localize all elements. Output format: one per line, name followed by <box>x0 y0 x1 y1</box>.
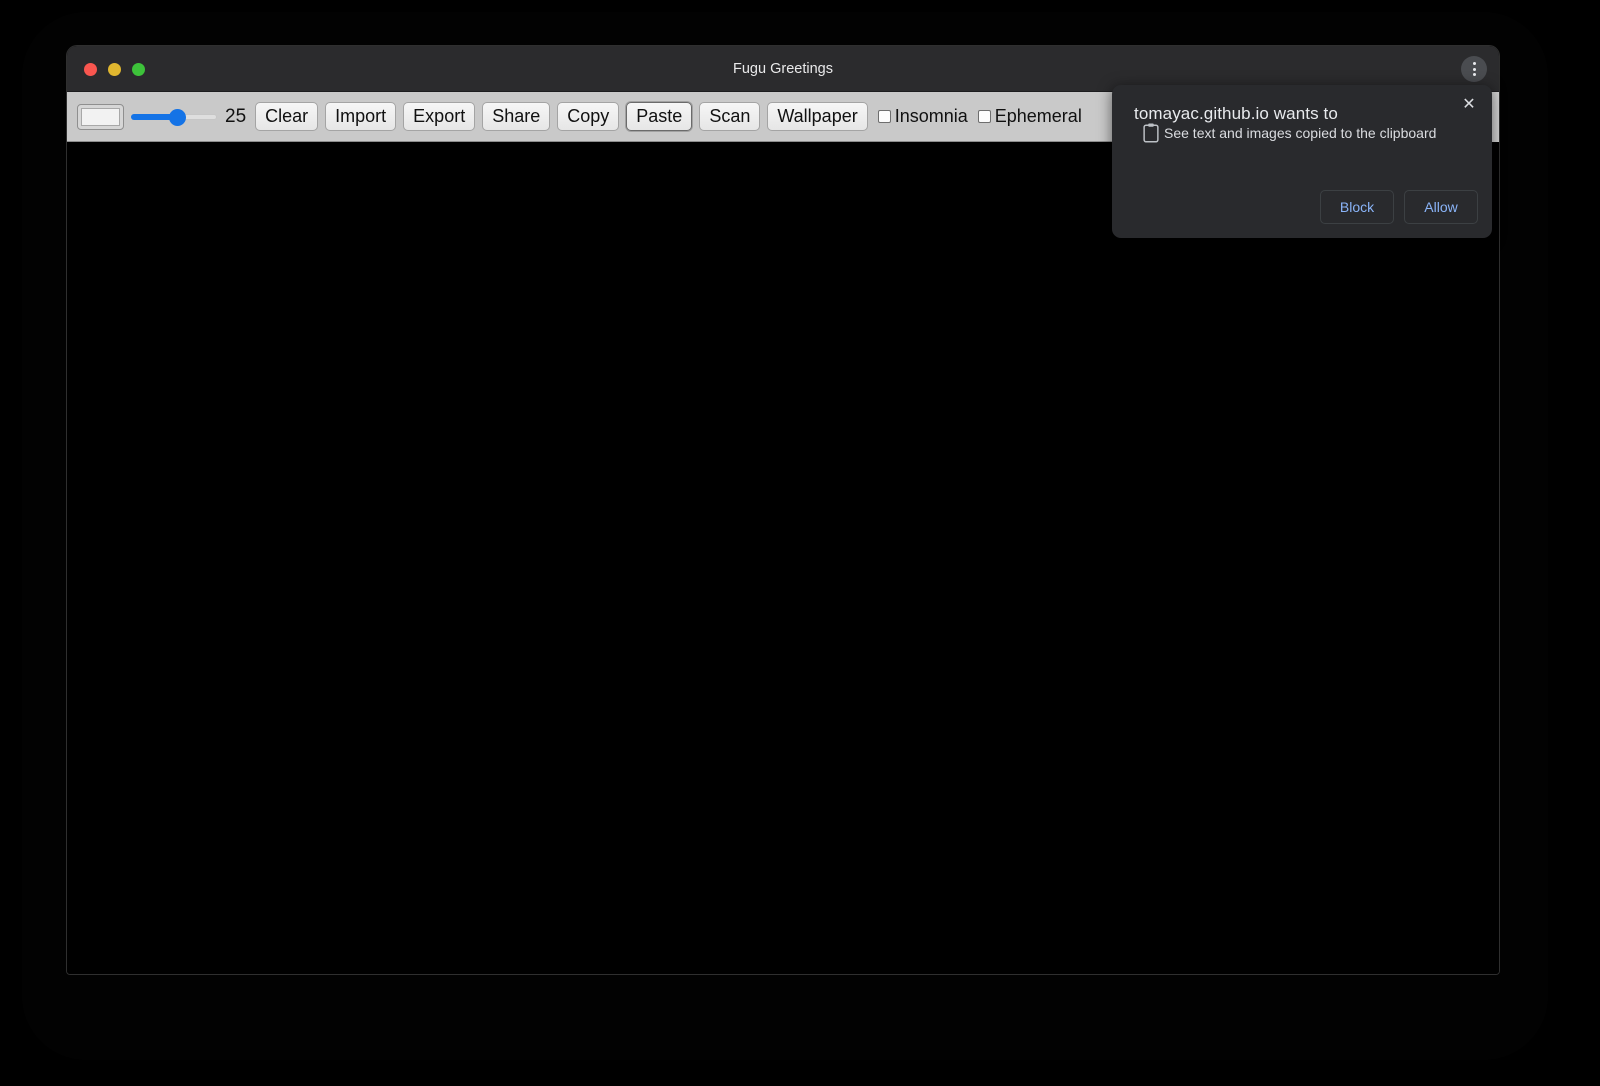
permission-description: See text and images copied to the clipbo… <box>1164 125 1436 141</box>
thickness-slider[interactable] <box>131 104 217 130</box>
three-dots-vertical-icon[interactable] <box>1461 56 1487 82</box>
scan-button[interactable]: Scan <box>699 102 760 132</box>
color-picker-input[interactable] <box>77 104 124 130</box>
copy-button[interactable]: Copy <box>557 102 619 132</box>
allow-button[interactable]: Allow <box>1404 190 1478 224</box>
drawing-canvas[interactable] <box>67 142 1499 975</box>
ephemeral-checkbox[interactable]: Ephemeral <box>978 106 1082 127</box>
menu-dot <box>1473 73 1476 76</box>
color-swatch-icon <box>81 108 120 126</box>
checkbox-box[interactable] <box>878 110 891 123</box>
wallpaper-button[interactable]: Wallpaper <box>767 102 867 132</box>
ephemeral-label: Ephemeral <box>995 106 1082 127</box>
menu-dot <box>1473 62 1476 65</box>
menu-dot <box>1473 68 1476 71</box>
share-button[interactable]: Share <box>482 102 550 132</box>
insomnia-label: Insomnia <box>895 106 968 127</box>
export-button[interactable]: Export <box>403 102 475 132</box>
clipboard-icon <box>1140 121 1162 145</box>
close-icon[interactable]: ✕ <box>1458 93 1480 115</box>
block-button[interactable]: Block <box>1320 190 1394 224</box>
thickness-value-label: 25 <box>225 106 246 128</box>
desktop-background: Fugu Greetings 25 Clear Import Export Sh… <box>0 0 1600 1086</box>
import-button[interactable]: Import <box>325 102 396 132</box>
clipboard-permission-dialog: tomayac.github.io wants to ✕ See text an… <box>1112 85 1492 238</box>
insomnia-checkbox[interactable]: Insomnia <box>878 106 968 127</box>
slider-thumb[interactable] <box>169 109 186 126</box>
checkbox-box[interactable] <box>978 110 991 123</box>
permission-dialog-actions: Block Allow <box>1320 190 1478 224</box>
permission-dialog-title: tomayac.github.io wants to <box>1134 104 1338 124</box>
paste-button[interactable]: Paste <box>626 102 692 132</box>
clear-button[interactable]: Clear <box>255 102 318 132</box>
